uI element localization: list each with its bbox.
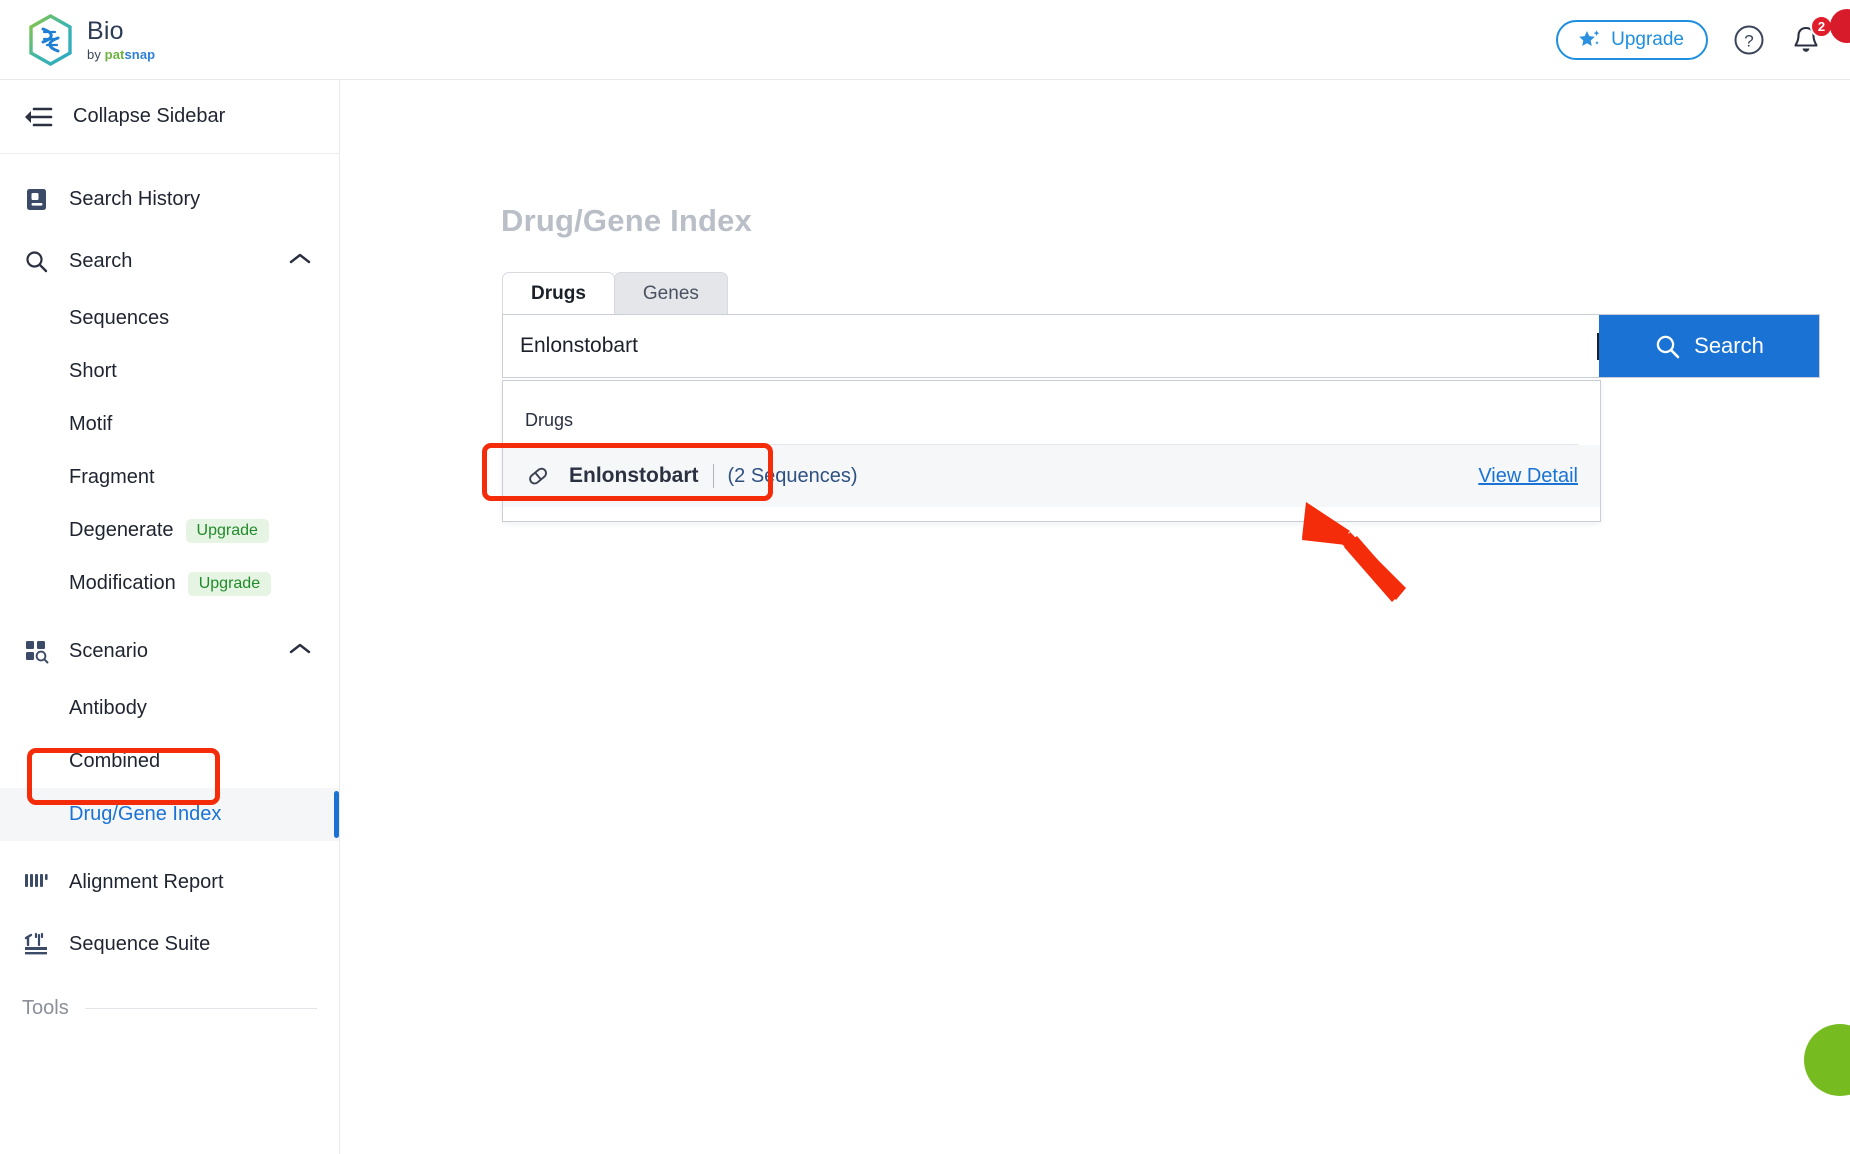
help-button[interactable]: ? <box>1732 23 1766 57</box>
dropdown-section-label: Drugs <box>525 410 574 430</box>
grid-search-icon <box>22 639 50 664</box>
sidebar-item-sequence-suite[interactable]: Sequence Suite <box>0 913 339 975</box>
sidebar-item-motif[interactable]: Motif <box>0 398 339 451</box>
collapse-sidebar-label: Collapse Sidebar <box>73 105 226 127</box>
header-actions: Upgrade ? 2 <box>1556 0 1850 79</box>
sidebar-item-label: Degenerate <box>69 519 174 541</box>
brand-pat: pat <box>104 46 125 62</box>
result-separator <box>712 464 714 488</box>
search-button-label: Search <box>1694 333 1764 358</box>
brand-by: by <box>87 46 105 62</box>
tab-bar: Drugs Genes <box>502 272 728 314</box>
sidebar-item-label: Sequences <box>69 307 170 329</box>
user-avatar[interactable] <box>1830 9 1850 43</box>
collapse-sidebar-button[interactable]: Collapse Sidebar <box>0 80 339 154</box>
sidebar-item-label: Modification <box>69 572 176 594</box>
sidebar-item-antibody[interactable]: Antibody <box>0 682 339 735</box>
sidebar-item-label: Sequence Suite <box>69 932 211 955</box>
svg-text:?: ? <box>1744 31 1753 50</box>
upgrade-button-label: Upgrade <box>1611 28 1684 50</box>
brand-logo[interactable]: Bio by patsnap <box>27 13 155 66</box>
sidebar-section-tools: Tools <box>0 997 339 1020</box>
sidebar-item-combined[interactable]: Combined <box>0 735 339 788</box>
dna-hexagon-logo-icon <box>29 13 72 66</box>
sidebar-item-label: Motif <box>69 413 113 435</box>
page-title: Drug/Gene Index <box>501 203 753 238</box>
sidebar-item-label: Drug/Gene Index <box>69 803 222 825</box>
sidebar-item-label: Search History <box>69 187 201 210</box>
history-doc-icon <box>22 187 50 212</box>
tab-drugs[interactable]: Drugs <box>502 272 615 314</box>
chevron-up-icon[interactable] <box>289 642 311 661</box>
brand-snap: snap <box>124 46 156 62</box>
list-item[interactable]: Enlonstobart (2 Sequences) View Detail <box>503 445 1600 507</box>
search-suggestions-dropdown: Drugs Enlonstobart (2 Sequences) View De… <box>502 380 1601 522</box>
sidebar-item-sequences[interactable]: Sequences <box>0 292 339 345</box>
pill-capsule-icon <box>525 463 553 489</box>
magnifier-icon <box>22 249 50 274</box>
sidebar-group-search[interactable]: Search <box>0 230 339 292</box>
sidebar-item-label: Combined <box>69 750 161 772</box>
sidebar-item-degenerate[interactable]: Degenerate Upgrade <box>0 504 339 557</box>
sidebar-item-label: Alignment Report <box>69 870 224 893</box>
sidebar-item-drug-gene-index[interactable]: Drug/Gene Index <box>0 788 339 841</box>
sidebar-item-label: Scenario <box>69 639 148 662</box>
chevron-up-icon[interactable] <box>289 252 311 271</box>
tab-genes[interactable]: Genes <box>613 272 728 314</box>
app-root: Bio by patsnap Upgrade ? 2 Collapse Side… <box>0 0 1850 1154</box>
chat-widget-button[interactable] <box>1804 1024 1850 1096</box>
sidebar-item-short[interactable]: Short <box>0 345 339 398</box>
result-sequence-count: (2 Sequences) <box>727 464 858 487</box>
collapse-arrow-icon <box>25 107 53 126</box>
search-input[interactable] <box>503 315 1599 377</box>
sidebar-group-scenario[interactable]: Scenario <box>0 620 339 682</box>
tools-divider <box>84 1008 317 1009</box>
tools-section-label: Tools <box>22 997 69 1019</box>
sidebar-item-alignment-report[interactable]: Alignment Report <box>0 851 339 913</box>
main-content: Drug/Gene Index Drugs Genes Search Drugs <box>341 80 1850 1154</box>
sidebar-nav: Search History Search Sequences Short Mo… <box>0 154 339 1020</box>
sidebar-item-fragment[interactable]: Fragment <box>0 451 339 504</box>
view-detail-link[interactable]: View Detail <box>1478 465 1578 488</box>
sidebar-item-label: Search <box>69 249 133 272</box>
sidebar-item-modification[interactable]: Modification Upgrade <box>0 557 339 610</box>
brand-subtitle: by patsnap <box>87 48 155 61</box>
magnifier-icon <box>1656 335 1680 358</box>
sidebar-item-search-history[interactable]: Search History <box>0 168 339 230</box>
upgrade-button[interactable]: Upgrade <box>1556 19 1708 60</box>
question-circle-icon: ? <box>1734 25 1764 54</box>
sidebar-item-label: Short <box>69 360 117 382</box>
search-bar: Search <box>502 314 1820 378</box>
sidebar-item-label: Fragment <box>69 466 155 488</box>
alignment-bars-icon <box>22 871 50 893</box>
upgrade-badge: Upgrade <box>185 518 269 543</box>
brand-text: Bio by patsnap <box>87 16 155 61</box>
star-sparkle-icon <box>1579 29 1600 46</box>
brand-title: Bio <box>87 16 124 45</box>
search-button[interactable]: Search <box>1599 315 1819 377</box>
sidebar-item-label: Antibody <box>69 697 147 719</box>
upgrade-badge: Upgrade <box>187 571 272 596</box>
sidebar: Collapse Sidebar Search History Search S… <box>0 80 340 1154</box>
app-header: Bio by patsnap Upgrade ? 2 <box>0 0 1850 80</box>
notifications-button[interactable]: 2 <box>1790 14 1833 56</box>
toolbox-icon <box>22 931 50 957</box>
result-drug-name: Enlonstobart <box>569 464 699 487</box>
